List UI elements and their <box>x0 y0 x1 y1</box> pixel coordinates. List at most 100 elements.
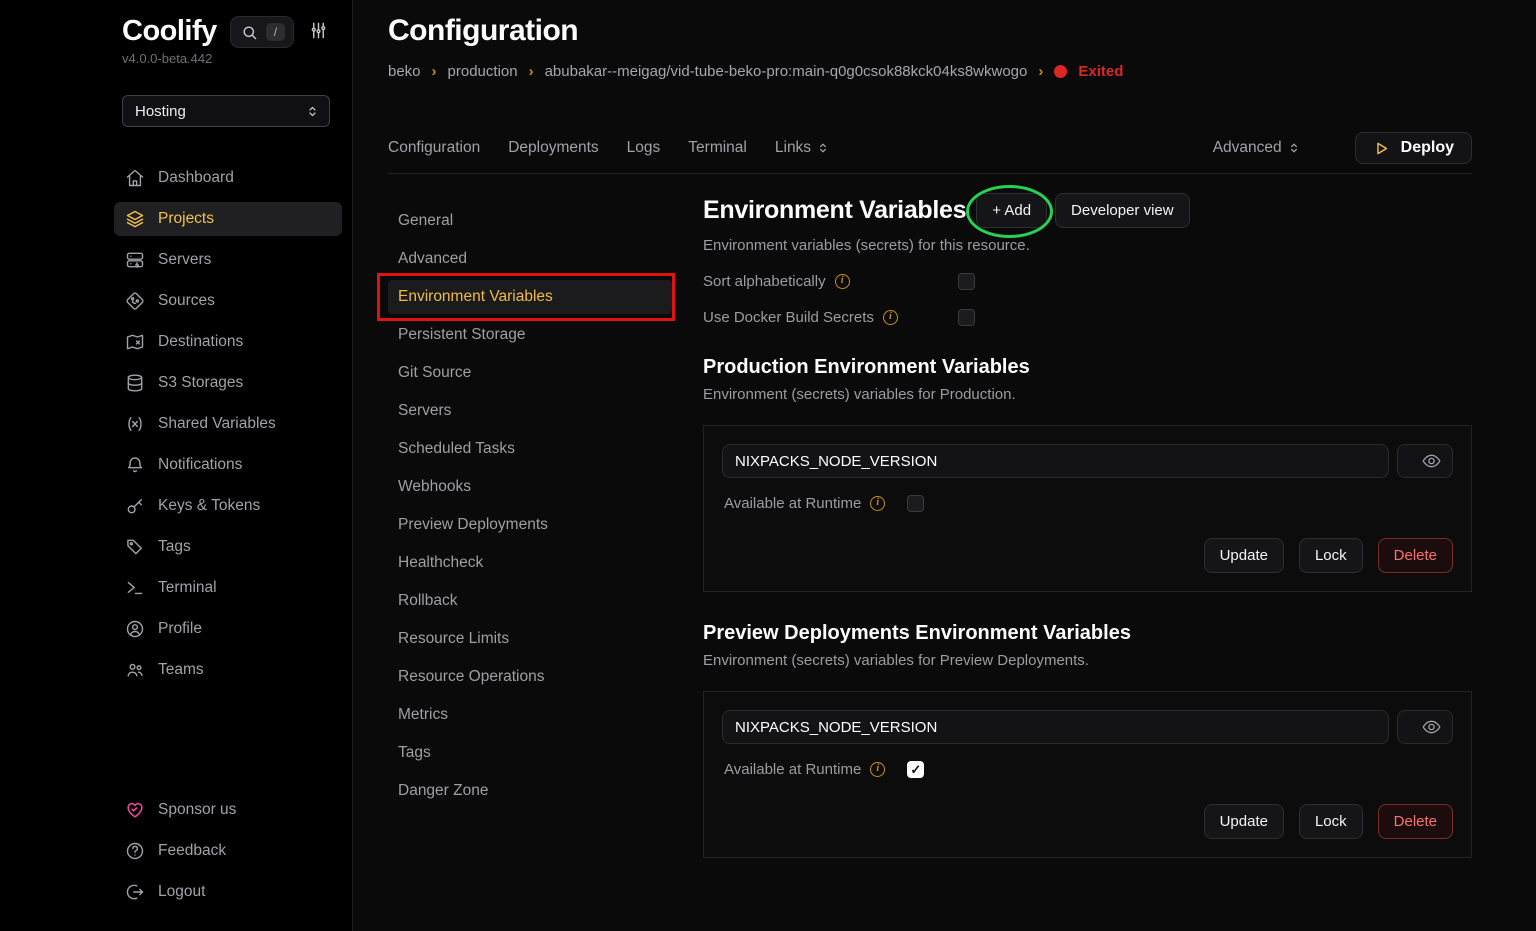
chevron-up-down-icon <box>305 104 320 119</box>
delete-button[interactable]: Delete <box>1378 538 1453 573</box>
content-row: General Advanced Environment Variables P… <box>388 174 1472 858</box>
home-icon <box>125 168 145 188</box>
available-at-runtime-row: Available at Runtime i <box>722 495 1453 512</box>
sidebar-item-destinations[interactable]: Destinations <box>114 325 342 359</box>
server-icon <box>125 250 145 270</box>
subnav-item-general[interactable]: General <box>388 204 672 238</box>
sidebar-item-tags[interactable]: Tags <box>114 530 342 564</box>
sidebar-item-sponsor-us[interactable]: Sponsor us <box>114 793 342 827</box>
sidebar-item-label: S3 Storages <box>158 374 243 392</box>
sidebar-item-sources[interactable]: Sources <box>114 284 342 318</box>
breadcrumb-application[interactable]: abubakar--meigag/vid-tube-beko-pro:main-… <box>545 63 1028 80</box>
sidebar-item-terminal[interactable]: Terminal <box>114 571 342 605</box>
sidebar-item-label: Tags <box>158 538 191 556</box>
settings-content: Environment Variables + Add Developer vi… <box>703 174 1472 858</box>
sidebar-item-label: Keys & Tokens <box>158 497 260 515</box>
subnav-item-healthcheck[interactable]: Healthcheck <box>388 546 672 580</box>
section-title: Environment Variables <box>703 196 966 225</box>
search-shortcut-key: / <box>266 23 285 41</box>
subnav-item-git-source[interactable]: Git Source <box>388 356 672 390</box>
lock-button[interactable]: Lock <box>1299 538 1363 573</box>
breadcrumb-project[interactable]: beko <box>388 63 421 80</box>
breadcrumb-environment[interactable]: production <box>448 63 518 80</box>
sidebar: Coolify / v4.0.0-beta.442 Hosting Dashbo… <box>0 0 353 931</box>
sidebar-footer: Sponsor us Feedback Logout <box>114 793 342 909</box>
variable-icon <box>125 414 145 434</box>
subnav-item-metrics[interactable]: Metrics <box>388 698 672 732</box>
env-var-name-input[interactable] <box>722 710 1389 744</box>
settings-sliders-button[interactable] <box>309 21 328 43</box>
sidebar-item-teams[interactable]: Teams <box>114 653 342 687</box>
sort-alphabetically-label: Sort alphabetically <box>703 273 826 290</box>
sidebar-item-feedback[interactable]: Feedback <box>114 834 342 868</box>
docker-build-secrets-checkbox[interactable] <box>958 309 975 326</box>
subnav-item-environment-variables[interactable]: Environment Variables <box>388 280 672 314</box>
sidebar-item-notifications[interactable]: Notifications <box>114 448 342 482</box>
info-icon: i <box>870 762 885 777</box>
sidebar-item-keys-tokens[interactable]: Keys & Tokens <box>114 489 342 523</box>
update-button[interactable]: Update <box>1204 804 1284 839</box>
tab-configuration[interactable]: Configuration <box>388 139 480 157</box>
lock-button[interactable]: Lock <box>1299 804 1363 839</box>
developer-view-button[interactable]: Developer view <box>1055 193 1190 228</box>
env-var-name-input[interactable] <box>722 444 1389 478</box>
subnav-item-scheduled-tasks[interactable]: Scheduled Tasks <box>388 432 672 466</box>
sidebar-item-servers[interactable]: Servers <box>114 243 342 277</box>
sidebar-item-logout[interactable]: Logout <box>114 875 342 909</box>
sidebar-item-profile[interactable]: Profile <box>114 612 342 646</box>
sidebar-item-label: Servers <box>158 251 211 269</box>
subnav-item-servers[interactable]: Servers <box>388 394 672 428</box>
production-section-description: Environment (secrets) variables for Prod… <box>703 386 1472 403</box>
subnav-item-preview-deployments[interactable]: Preview Deployments <box>388 508 672 542</box>
subnav-item-resource-operations[interactable]: Resource Operations <box>388 660 672 694</box>
info-icon: i <box>870 496 885 511</box>
subnav-item-advanced[interactable]: Advanced <box>388 242 672 276</box>
status-dot <box>1054 65 1067 78</box>
app-version: v4.0.0-beta.442 <box>122 51 342 66</box>
search-button[interactable]: / <box>230 16 294 48</box>
sort-alphabetically-checkbox[interactable] <box>958 273 975 290</box>
subnav-item-resource-limits[interactable]: Resource Limits <box>388 622 672 656</box>
search-icon <box>241 24 258 41</box>
sidebar-item-projects[interactable]: Projects <box>114 202 342 236</box>
tab-terminal[interactable]: Terminal <box>688 139 747 157</box>
subnav-item-rollback[interactable]: Rollback <box>388 584 672 618</box>
update-button[interactable]: Update <box>1204 538 1284 573</box>
tab-links[interactable]: Links <box>775 139 830 157</box>
sidebar-item-label: Dashboard <box>158 169 234 187</box>
tab-logs[interactable]: Logs <box>627 139 661 157</box>
deploy-button[interactable]: Deploy <box>1355 132 1472 164</box>
tag-icon <box>125 537 145 557</box>
subnav-item-tags[interactable]: Tags <box>388 736 672 770</box>
chevron-right-icon: › <box>1038 63 1043 80</box>
tab-bar: Configuration Deployments Logs Terminal … <box>388 132 1472 174</box>
info-icon: i <box>883 310 898 325</box>
sidebar-item-s3-storages[interactable]: S3 Storages <box>114 366 342 400</box>
subnav-item-webhooks[interactable]: Webhooks <box>388 470 672 504</box>
chevron-up-down-icon <box>1287 141 1301 155</box>
sidebar-item-dashboard[interactable]: Dashboard <box>114 161 342 195</box>
sidebar-spacer <box>122 687 342 793</box>
sidebar-item-shared-variables[interactable]: Shared Variables <box>114 407 342 441</box>
docker-build-secrets-label: Use Docker Build Secrets <box>703 309 874 326</box>
reveal-value-button[interactable] <box>1421 451 1442 472</box>
brand-row: Coolify / <box>122 16 342 48</box>
sidebar-item-label: Projects <box>158 210 214 228</box>
subnav-item-persistent-storage[interactable]: Persistent Storage <box>388 318 672 352</box>
delete-button[interactable]: Delete <box>1378 804 1453 839</box>
available-at-runtime-checkbox[interactable] <box>907 761 924 778</box>
team-select[interactable]: Hosting <box>122 95 330 127</box>
reveal-value-button[interactable] <box>1421 717 1442 738</box>
available-at-runtime-row: Available at Runtime i <box>722 761 1453 778</box>
subnav-item-danger-zone[interactable]: Danger Zone <box>388 774 672 808</box>
tab-deployments[interactable]: Deployments <box>508 139 598 157</box>
content-header: Environment Variables + Add Developer vi… <box>703 193 1472 228</box>
docker-build-secrets-row: Use Docker Build Secrets i <box>703 309 1472 326</box>
settings-subnav: General Advanced Environment Variables P… <box>388 174 672 808</box>
add-button[interactable]: + Add <box>976 193 1047 228</box>
available-at-runtime-checkbox[interactable] <box>907 495 924 512</box>
advanced-dropdown[interactable]: Advanced <box>1213 139 1301 157</box>
env-var-card-production: Available at Runtime i Update Lock Delet… <box>703 425 1472 592</box>
bell-icon <box>125 455 145 475</box>
sidebar-item-label: Shared Variables <box>158 415 276 433</box>
